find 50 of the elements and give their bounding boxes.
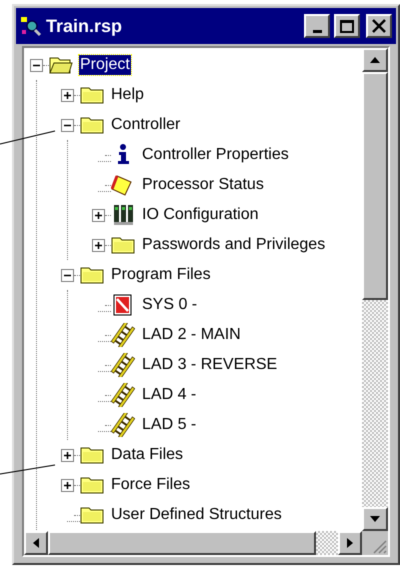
minimize-button[interactable] [304,14,330,38]
tree-item[interactable]: User Defined Structures [110,505,283,525]
maximize-button[interactable] [334,14,360,38]
size-grip-icon[interactable] [362,531,388,555]
tree-item[interactable]: Help [110,85,145,105]
tree-item[interactable]: Processor Status [141,175,265,195]
scroll-left-button[interactable] [24,531,48,555]
expand-toggle-icon[interactable] [61,88,74,102]
expand-toggle-icon[interactable] [92,208,105,222]
tree-item[interactable]: Controller Properties [141,145,290,165]
scroll-down-button[interactable] [362,507,388,531]
window-title: Train.rsp [46,14,124,38]
left-arrow-icon [33,538,39,548]
right-arrow-icon [347,538,353,548]
scroll-right-button[interactable] [338,531,362,555]
horizontal-scrollbar[interactable] [24,531,362,555]
leader-line [0,464,56,474]
tree-item[interactable]: IO Configuration [141,205,260,225]
leader-line [0,130,56,144]
ladder-icon [111,323,135,347]
scroll-up-button[interactable] [362,48,388,72]
ladder-icon [111,383,135,407]
tree-item[interactable]: SYS 0 - [141,295,198,315]
down-arrow-icon [370,516,380,522]
expand-toggle-icon[interactable] [61,478,74,492]
expand-toggle-icon[interactable] [92,238,105,252]
collapse-toggle-icon[interactable] [30,58,43,72]
ladder-icon [111,413,135,437]
app-icon[interactable] [20,15,42,37]
tree-item[interactable]: Controller [110,115,182,135]
tree-item[interactable]: Data Files [110,445,184,465]
tree-item[interactable]: LAD 5 - [141,415,198,435]
ladder-icon [111,353,135,377]
up-arrow-icon [370,57,380,63]
tree-item[interactable]: Passwords and Privileges [141,235,326,255]
tree-item[interactable]: Program Files [110,265,212,285]
scroll-thumb[interactable] [48,531,316,555]
expand-toggle-icon[interactable] [61,448,74,462]
vertical-scrollbar[interactable] [362,48,388,531]
tree-item[interactable]: LAD 3 - REVERSE [141,355,278,375]
tree-item[interactable]: Force Files [110,475,192,495]
collapse-toggle-icon[interactable] [61,268,74,282]
tree-item[interactable]: LAD 4 - [141,385,198,405]
scroll-thumb[interactable] [362,72,388,300]
tree-item[interactable]: LAD 2 - MAIN [141,325,242,345]
tree-item[interactable]: Project [79,55,131,75]
close-icon [372,19,386,33]
close-button[interactable] [366,14,392,38]
collapse-toggle-icon[interactable] [61,118,74,132]
rack-icon [111,203,135,227]
